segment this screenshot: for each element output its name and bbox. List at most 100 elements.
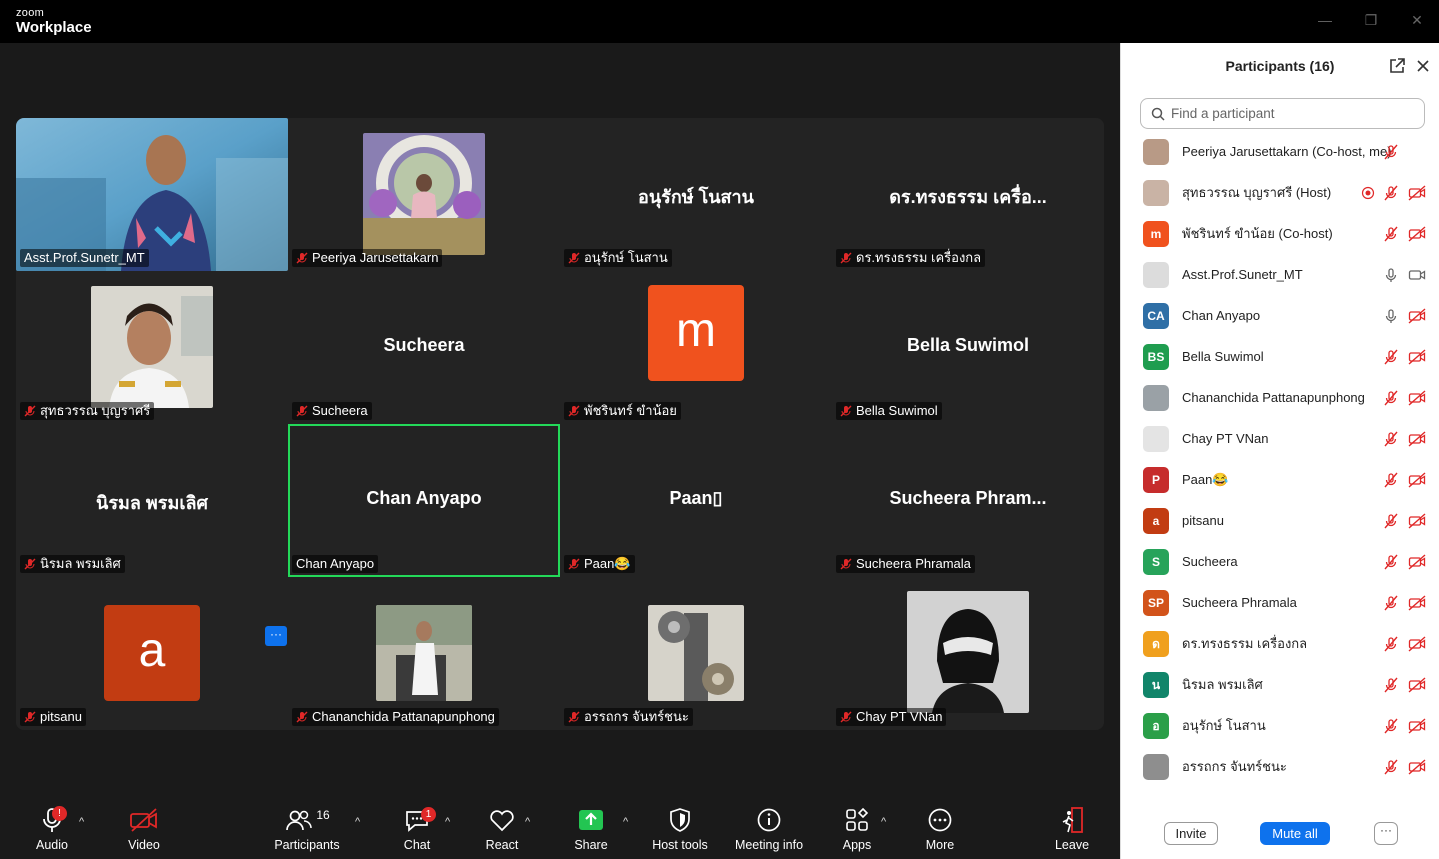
participant-row[interactable]: Chay PT VNan (1121, 418, 1439, 459)
camera-off-icon[interactable] (1408, 758, 1426, 775)
camera-off-icon[interactable] (1408, 389, 1426, 406)
participants-options-caret[interactable]: ^ (355, 816, 360, 828)
participant-row[interactable]: BS Bella Suwimol (1121, 336, 1439, 377)
close-window-button[interactable]: ✕ (1406, 10, 1428, 30)
camera-off-icon[interactable] (1408, 348, 1426, 365)
react-options-caret[interactable]: ^ (525, 816, 530, 828)
mic-muted-icon[interactable] (1383, 636, 1399, 652)
participant-row[interactable]: อ อนุรักษ์ โนสาน (1121, 705, 1439, 746)
video-tile[interactable]: Peeriya Jarusettakarn (288, 118, 560, 271)
participant-row[interactable]: Peeriya Jarusettakarn (Co-host, me) (1121, 131, 1439, 172)
participant-letter-avatar: m (648, 285, 744, 381)
mic-muted-icon[interactable] (1383, 554, 1399, 570)
mic-muted-icon[interactable] (1383, 677, 1399, 693)
video-tile[interactable]: Chananchida Pattanapunphong (288, 577, 560, 730)
mic-muted-icon[interactable] (1383, 595, 1399, 611)
participant-row[interactable]: อรรถกร จันทร์ชนะ (1121, 746, 1439, 787)
mic-muted-icon[interactable] (1383, 390, 1399, 406)
pop-out-icon[interactable] (1388, 57, 1406, 75)
camera-off-icon[interactable] (1408, 512, 1426, 529)
video-tile[interactable]: a pitsanu (16, 577, 288, 730)
mic-on-icon[interactable] (1383, 267, 1399, 283)
mic-muted-icon[interactable] (1383, 759, 1399, 775)
leave-button[interactable]: Leave (1032, 806, 1112, 854)
video-tile[interactable]: อนุรักษ์ โนสาน อนุรักษ์ โนสาน (560, 118, 832, 271)
participant-row[interactable]: SP Sucheera Phramala (1121, 582, 1439, 623)
video-tile[interactable]: สุทธวรรณ บุญราศรี (16, 271, 288, 424)
camera-off-icon[interactable] (1408, 471, 1426, 488)
participant-row[interactable]: น นิรมล พรมเลิศ (1121, 664, 1439, 705)
participant-row[interactable]: Asst.Prof.Sunetr_MT (1121, 254, 1439, 295)
camera-off-icon[interactable] (1408, 225, 1426, 242)
camera-on-icon[interactable] (1408, 267, 1426, 283)
participant-row[interactable]: m พัชรินทร์ ขำน้อย (Co-host) (1121, 213, 1439, 254)
video-tile[interactable]: ดร.ทรงธรรม เครื่อ... ดร.ทรงธรรม เครื่องก… (832, 118, 1104, 271)
meeting-info-button[interactable]: Meeting info (729, 806, 809, 854)
mic-muted-icon[interactable] (1383, 185, 1399, 201)
mic-muted-icon[interactable] (1383, 144, 1399, 160)
mic-muted-icon (840, 558, 852, 570)
mic-muted-icon[interactable] (1383, 349, 1399, 365)
camera-off-icon[interactable] (1408, 553, 1426, 570)
participant-row[interactable]: S Sucheera (1121, 541, 1439, 582)
video-tile-active-speaker[interactable]: Chan Anyapo Chan Anyapo (288, 424, 560, 577)
video-tile[interactable]: Chay PT VNan (832, 577, 1104, 730)
camera-off-icon[interactable] (1408, 635, 1426, 652)
share-label: Share (574, 838, 608, 852)
mic-muted-icon[interactable] (1383, 513, 1399, 529)
participant-row[interactable]: Chananchida Pattanapunphong (1121, 377, 1439, 418)
share-options-caret[interactable]: ^ (623, 816, 628, 828)
video-tile[interactable]: Bella Suwimol Bella Suwimol (832, 271, 1104, 424)
audio-options-caret[interactable]: ^ (79, 816, 84, 828)
participant-row[interactable]: สุทธวรรณ บุญราศรี (Host) (1121, 172, 1439, 213)
mic-on-icon[interactable] (1383, 308, 1399, 324)
participant-row[interactable]: P Paan😂 (1121, 459, 1439, 500)
participant-label: Asst.Prof.Sunetr_MT (20, 249, 149, 267)
mic-muted-icon[interactable] (1383, 718, 1399, 734)
camera-off-icon[interactable] (1408, 717, 1426, 734)
camera-off-icon[interactable] (1408, 594, 1426, 611)
participant-row[interactable]: ด ดร.ทรงธรรม เครื่องกล (1121, 623, 1439, 664)
video-tile[interactable]: อรรถกร จันทร์ชนะ (560, 577, 832, 730)
video-tile[interactable]: นิรมล พรมเลิศ นิรมล พรมเลิศ (16, 424, 288, 577)
invite-button[interactable]: Invite (1164, 822, 1218, 845)
tile-options-button[interactable]: ··· (265, 626, 287, 646)
mic-muted-icon[interactable] (1383, 226, 1399, 242)
apps-label: Apps (842, 838, 872, 852)
mic-muted-icon[interactable] (1383, 431, 1399, 447)
participant-search[interactable] (1140, 98, 1425, 129)
chat-options-caret[interactable]: ^ (445, 816, 450, 828)
close-icon[interactable] (1414, 57, 1432, 75)
react-button[interactable]: React (462, 806, 542, 854)
participant-row[interactable]: CA Chan Anyapo (1121, 295, 1439, 336)
participants-button[interactable]: 16 Participants (267, 806, 347, 854)
camera-off-icon[interactable] (1408, 184, 1426, 201)
video-tile[interactable]: Sucheera Sucheera (288, 271, 560, 424)
participants-panel: Participants (16) Peeriya Jarusettakarn … (1120, 43, 1439, 859)
camera-off-icon[interactable] (1408, 676, 1426, 693)
search-input[interactable] (1171, 106, 1411, 121)
minimize-button[interactable]: — (1314, 10, 1336, 30)
panel-more-button[interactable]: ··· (1374, 822, 1398, 845)
mute-all-button[interactable]: Mute all (1260, 822, 1330, 845)
more-button[interactable]: More (900, 806, 980, 854)
participant-name: พัชรินทร์ ขำน้อย (Co-host) (1182, 226, 1333, 241)
apps-options-caret[interactable]: ^ (881, 816, 886, 828)
apps-button[interactable]: Apps (817, 806, 897, 854)
video-button[interactable]: Video (104, 806, 184, 854)
camera-off-icon[interactable] (1408, 430, 1426, 447)
video-tile[interactable]: Paan▯ Paan😂 (560, 424, 832, 577)
video-tile[interactable]: Sucheera Phram... Sucheera Phramala (832, 424, 1104, 577)
participant-avatar: CA (1143, 302, 1169, 329)
video-tile[interactable]: Asst.Prof.Sunetr_MT (16, 118, 288, 271)
mic-muted-icon (840, 252, 852, 264)
mic-muted-icon[interactable] (1383, 472, 1399, 488)
share-button[interactable]: Share (551, 806, 631, 854)
maximize-button[interactable]: ❐ (1360, 10, 1382, 30)
camera-off-icon[interactable] (1408, 307, 1426, 324)
chat-button[interactable]: Chat 1 (377, 806, 457, 854)
video-tile[interactable]: m พัชรินทร์ ขำน้อย (560, 271, 832, 424)
host-tools-button[interactable]: Host tools (640, 806, 720, 854)
participant-row[interactable]: a pitsanu (1121, 500, 1439, 541)
audio-button[interactable]: Audio ! (12, 806, 92, 854)
